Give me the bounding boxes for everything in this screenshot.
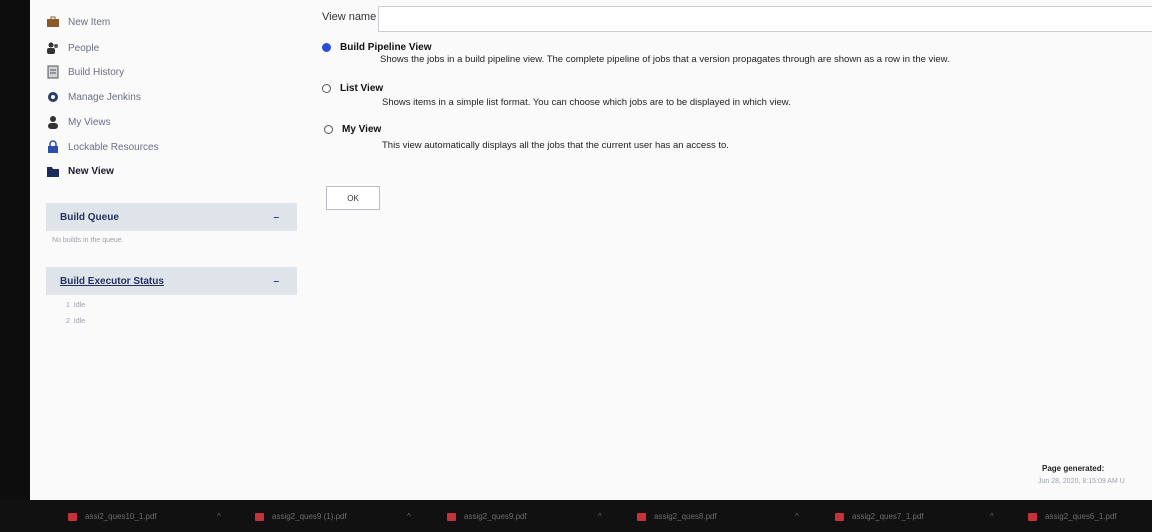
option-my-view[interactable]: My View	[324, 124, 381, 135]
ok-button[interactable]: OK	[326, 186, 380, 210]
download-item[interactable]: assig2_ques9.pdf	[447, 512, 527, 521]
option-list-view[interactable]: List View	[322, 83, 383, 94]
sidebar-item-people[interactable]: People	[46, 38, 99, 58]
build-queue-collapse-button[interactable]: –	[273, 212, 279, 223]
download-menu-chevron-icon[interactable]: ^	[795, 512, 799, 521]
sidebar-item-manage-jenkins[interactable]: Manage Jenkins	[46, 87, 141, 107]
radio-my-view[interactable]	[324, 125, 333, 134]
download-menu-chevron-icon[interactable]: ^	[407, 512, 411, 521]
radio-list-view[interactable]	[322, 84, 331, 93]
sidebar-item-label: New View	[68, 165, 114, 177]
sidebar-item-label: Lockable Resources	[68, 141, 159, 153]
briefcase-icon	[47, 16, 59, 27]
option-label: Build Pipeline View	[340, 42, 432, 53]
build-queue-empty-text: No builds in the queue.	[52, 237, 124, 244]
sidebar-item-lockable-resources[interactable]: Lockable Resources	[46, 137, 159, 157]
download-item[interactable]: assig2_ques6_1.pdf	[1028, 512, 1117, 521]
executor-number: 1	[66, 302, 70, 309]
download-file-name: assig2_ques9.pdf	[464, 512, 527, 521]
download-file-name: assig2_ques6_1.pdf	[1045, 512, 1117, 521]
option-label: List View	[340, 83, 384, 94]
option-build-pipeline-view[interactable]: Build Pipeline View	[322, 42, 432, 53]
executor-number: 2	[66, 318, 70, 325]
download-menu-chevron-icon[interactable]: ^	[598, 512, 602, 521]
sidebar-item-build-history[interactable]: Build History	[46, 62, 124, 82]
pdf-file-icon	[637, 512, 646, 521]
sidebar-item-new-item[interactable]: New Item	[46, 12, 110, 32]
pdf-file-icon	[447, 512, 456, 521]
download-item[interactable]: assi2_ques10_1.pdf	[68, 512, 157, 521]
gear-icon	[48, 92, 58, 102]
sidebar-item-label: New Item	[68, 16, 111, 28]
download-item[interactable]: assig2_ques9 (1).pdf	[255, 512, 347, 521]
sidebar-item-label: Manage Jenkins	[68, 91, 141, 103]
executor-status-header: Build Executor Status –	[46, 267, 297, 295]
download-file-name: assi2_ques10_1.pdf	[85, 512, 157, 521]
sidebar-item-my-views[interactable]: My Views	[46, 112, 111, 132]
sidebar-item-label: Build History	[68, 66, 125, 78]
option-description: Shows items in a simple list format. You…	[382, 97, 791, 108]
notepad-icon	[47, 65, 59, 79]
pdf-file-icon	[1028, 512, 1037, 521]
sidebar-item-label: My Views	[68, 116, 111, 128]
executor-row: 2 Idle	[66, 318, 85, 325]
download-file-name: assig2_ques7_1.pdf	[852, 512, 924, 521]
sidebar-item-label: People	[68, 42, 100, 54]
download-file-name: assig2_ques8.pdf	[654, 512, 717, 521]
option-label: My View	[342, 124, 382, 135]
sidebar: New Item People Build History Manage Jen…	[30, 0, 300, 500]
sidebar-item-new-view[interactable]: New View	[46, 161, 114, 181]
user-icon	[48, 116, 58, 129]
option-description: Shows the jobs in a build pipeline view.…	[380, 54, 950, 65]
download-file-name: assig2_ques9 (1).pdf	[272, 512, 347, 521]
downloads-bar: assi2_ques10_1.pdf ^ assig2_ques9 (1).pd…	[0, 500, 1152, 532]
build-queue-title[interactable]: Build Queue	[60, 212, 119, 223]
people-icon	[47, 42, 58, 54]
executor-status: Idle	[73, 302, 86, 309]
radio-build-pipeline-view[interactable]	[322, 43, 331, 52]
download-menu-chevron-icon[interactable]: ^	[990, 512, 994, 521]
executor-status-collapse-button[interactable]: –	[273, 276, 279, 287]
jenkins-page: New Item People Build History Manage Jen…	[30, 0, 1152, 500]
pdf-file-icon	[835, 512, 844, 521]
view-name-input[interactable]	[378, 6, 1152, 32]
build-queue-header: Build Queue –	[46, 203, 297, 231]
folder-icon	[47, 167, 59, 177]
option-description: This view automatically displays all the…	[382, 140, 729, 151]
page-generated-label: Page generated:	[1042, 464, 1105, 473]
download-item[interactable]: assig2_ques8.pdf	[637, 512, 717, 521]
executor-row: 1 Idle	[66, 302, 85, 309]
pdf-file-icon	[255, 512, 264, 521]
download-item[interactable]: assig2_ques7_1.pdf	[835, 512, 924, 521]
pdf-file-icon	[68, 512, 77, 521]
page-generated-value: Jun 28, 2020, 8:15:09 AM U	[1038, 478, 1125, 485]
view-name-label: View name	[322, 11, 377, 23]
executor-status: Idle	[73, 318, 86, 325]
executor-status-title[interactable]: Build Executor Status	[60, 276, 164, 287]
lock-icon	[48, 140, 58, 153]
download-menu-chevron-icon[interactable]: ^	[217, 512, 221, 521]
